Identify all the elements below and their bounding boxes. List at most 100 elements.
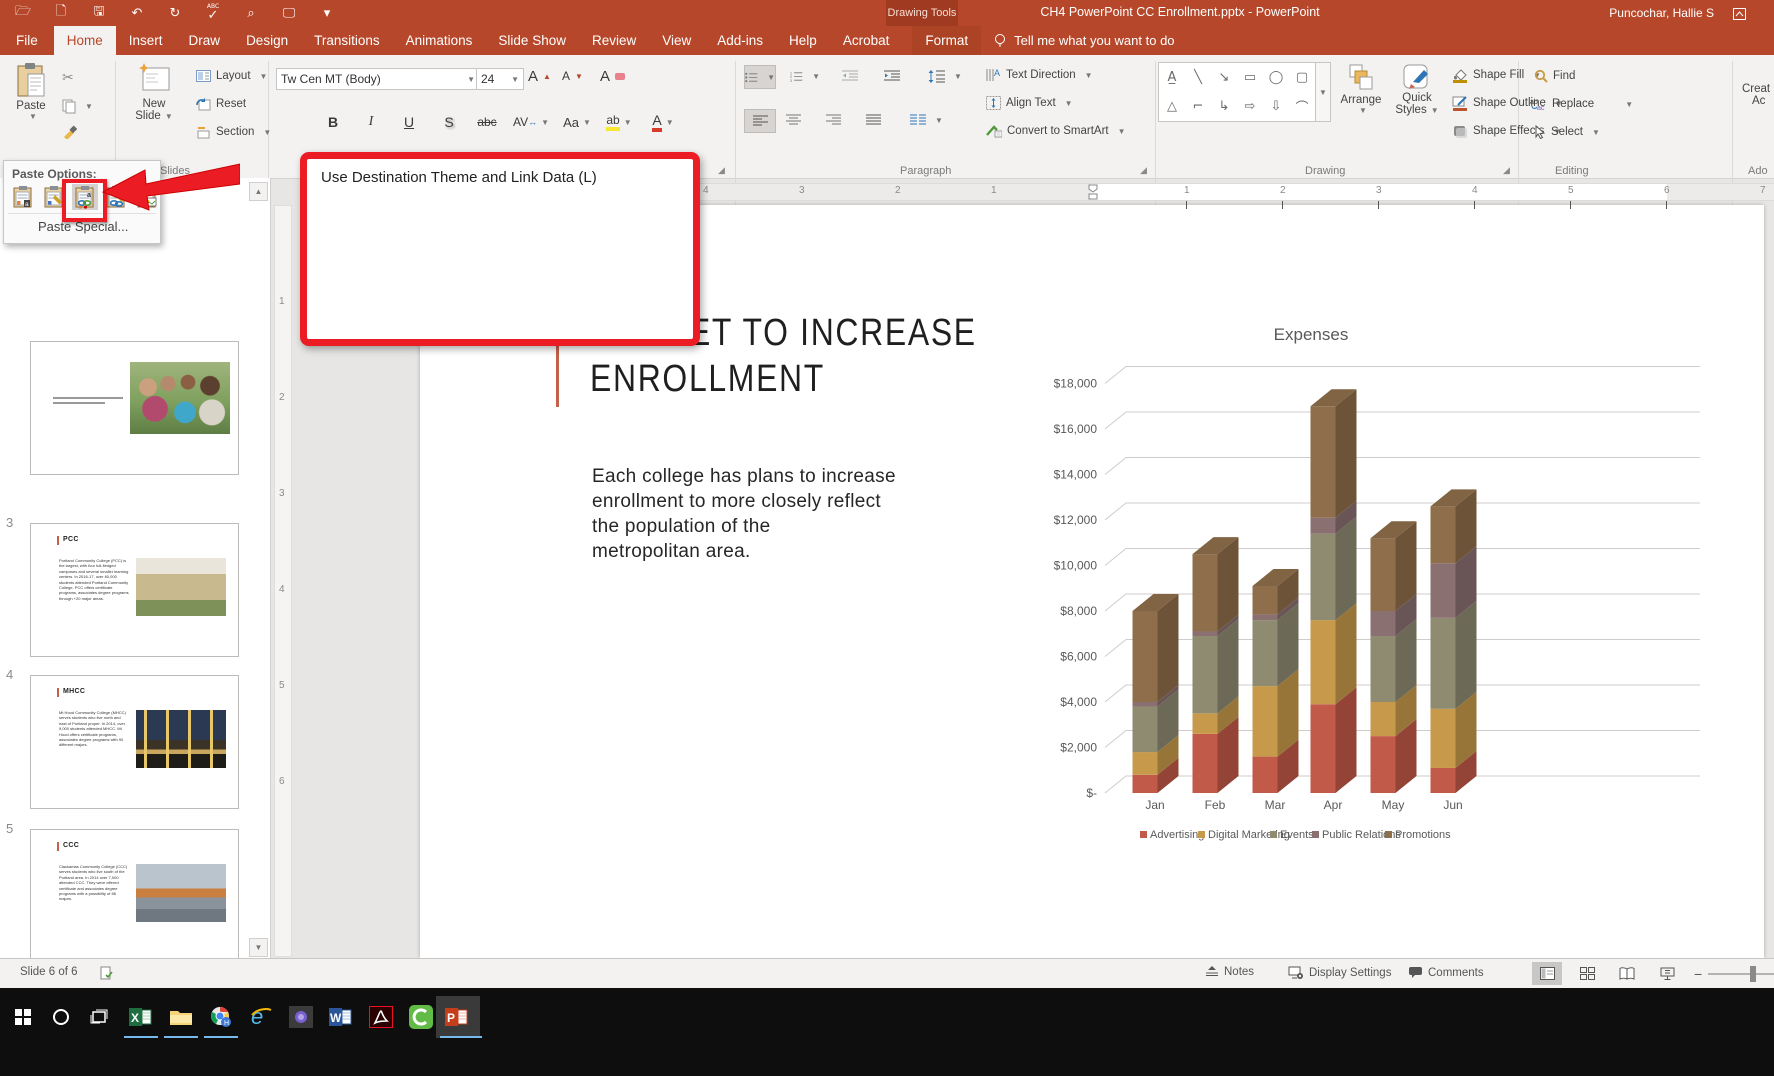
taskbar-file-explorer-icon[interactable] — [168, 1004, 194, 1030]
change-case-button[interactable]: Aa▼ — [562, 110, 592, 134]
shape-freeform-icon[interactable]: ⌒ — [1289, 92, 1315, 121]
paste-option-use-destination-theme[interactable]: a — [10, 184, 36, 210]
align-right-button[interactable] — [826, 109, 841, 131]
undo-icon[interactable]: ↶ — [126, 3, 148, 23]
taskbar-powerpoint-icon[interactable]: P — [444, 1004, 470, 1030]
print-preview-icon[interactable]: ⌕ — [240, 3, 262, 23]
reading-view-button[interactable] — [1612, 962, 1642, 985]
slide-thumbnail-3[interactable]: PCCPortland Community College (PCC) is t… — [30, 523, 239, 657]
customize-qat-icon[interactable]: ▾ — [316, 3, 338, 23]
align-left-button[interactable] — [744, 109, 776, 133]
shape-elbow-arrow-icon[interactable]: ↳ — [1211, 92, 1237, 121]
format-painter-button[interactable] — [62, 121, 77, 143]
shape-rounded-rectangle-icon[interactable]: ▢ — [1289, 63, 1315, 92]
horizontal-ruler[interactable]: 43211234567 — [640, 183, 1774, 201]
ribbon-display-options-icon[interactable] — [1728, 4, 1750, 24]
align-text-button[interactable]: Align Text▼ — [986, 92, 1073, 114]
text-direction-button[interactable]: A Text Direction▼ — [986, 64, 1093, 86]
shape-gallery[interactable]: A̲╲↘▭◯▢△⌐↳⇨⇩⌒ — [1158, 62, 1316, 122]
tab-review[interactable]: Review — [579, 26, 649, 55]
align-center-button[interactable] — [786, 109, 801, 131]
tab-transitions[interactable]: Transitions — [301, 26, 393, 55]
clear-formatting-button[interactable]: A — [600, 65, 625, 87]
save-icon[interactable]: 🖫 — [88, 3, 110, 23]
tab-add-ins[interactable]: Add-ins — [704, 26, 776, 55]
zoom-slider-thumb[interactable] — [1750, 966, 1756, 982]
zoom-slider-track[interactable] — [1708, 973, 1774, 975]
thumbnails-scroll-down-button[interactable]: ▼ — [249, 938, 268, 957]
tab-file[interactable]: File — [0, 26, 54, 55]
start-slideshow-icon[interactable]: 🖵 — [278, 3, 300, 23]
tab-design[interactable]: Design — [233, 26, 301, 55]
taskbar-internet-explorer-icon[interactable]: e — [248, 1004, 274, 1030]
shape-elbow-icon[interactable]: ⌐ — [1185, 92, 1211, 121]
tab-home[interactable]: Home — [54, 26, 116, 55]
slide-indicator[interactable]: Slide 6 of 6 — [20, 966, 78, 978]
copy-button[interactable]: ▼ — [62, 95, 93, 117]
select-button[interactable]: Select▼ — [1534, 121, 1600, 143]
font-dialog-launcher[interactable]: ◢ — [718, 165, 730, 177]
display-settings-button[interactable]: Display Settings — [1288, 966, 1391, 980]
italic-button[interactable]: I — [356, 110, 386, 134]
highlight-color-button[interactable]: ab▼ — [604, 110, 634, 134]
notes-button[interactable]: Notes — [1205, 966, 1254, 978]
redo-icon[interactable]: ↻ — [164, 3, 186, 23]
comments-button[interactable]: Comments — [1408, 966, 1484, 979]
slide-thumbnail-5[interactable]: CCCClackamas Community College (CCC) ser… — [30, 829, 239, 963]
taskbar-camtasia-icon[interactable] — [408, 1004, 434, 1030]
reset-button[interactable]: Reset — [196, 93, 246, 115]
spelling-icon[interactable]: ABC✓ — [202, 3, 224, 23]
new-icon[interactable]: 🗋 — [50, 3, 72, 23]
arrange-button[interactable]: Arrange▼ — [1336, 64, 1386, 115]
shape-fill-button[interactable]: Shape Fill▼ — [1452, 64, 1541, 86]
tab-slide-show[interactable]: Slide Show — [485, 26, 579, 55]
shape-gallery-more-button[interactable]: ▼ — [1316, 62, 1331, 122]
font-color-button[interactable]: A▼ — [648, 110, 678, 134]
tab-draw[interactable]: Draw — [176, 26, 234, 55]
shape-line-icon[interactable]: ╲ — [1185, 63, 1211, 92]
taskbar-chrome-icon[interactable]: H — [208, 1004, 234, 1030]
taskbar-search-icon[interactable] — [48, 1004, 74, 1030]
slide-body-text[interactable]: Each college has plans to increase enrol… — [592, 464, 896, 564]
font-name-combo[interactable]: Tw Cen MT (Body)▼ — [276, 68, 480, 90]
replace-button[interactable]: abac Replace▼ — [1530, 93, 1633, 115]
shape-text-box-icon[interactable]: A̲ — [1159, 63, 1185, 92]
increase-font-size-button[interactable]: A▲ — [528, 65, 551, 87]
tab-format[interactable]: Format — [912, 26, 981, 55]
taskbar-start-icon[interactable] — [10, 1004, 36, 1030]
text-shadow-button[interactable]: S — [434, 110, 464, 134]
shape-rectangle-icon[interactable]: ▭ — [1237, 63, 1263, 92]
decrease-font-size-button[interactable]: A▼ — [562, 65, 583, 87]
font-size-combo[interactable]: 24▼ — [476, 68, 524, 90]
slide-sorter-view-button[interactable] — [1572, 962, 1602, 985]
tab-insert[interactable]: Insert — [116, 26, 176, 55]
shape-arrow-icon[interactable]: ↘ — [1211, 63, 1237, 92]
layout-button[interactable]: Layout▼ — [196, 65, 267, 87]
paragraph-dialog-launcher[interactable]: ◢ — [1140, 165, 1152, 177]
new-slide-button[interactable]: New Slide▼ — [126, 62, 182, 122]
vertical-ruler[interactable]: 123456 — [274, 205, 292, 957]
justify-button[interactable] — [866, 109, 881, 131]
convert-to-smartart-button[interactable]: Convert to SmartArt▼ — [986, 120, 1126, 142]
zoom-out-button[interactable]: − — [1694, 966, 1702, 982]
shape-triangle-icon[interactable]: △ — [1159, 92, 1185, 121]
paste-dropdown-caret[interactable]: ▼ — [29, 112, 37, 121]
slide-thumbnail-4[interactable]: MHCCMt Hood Community College (MHCC) ser… — [30, 675, 239, 809]
shape-arrow-down-icon[interactable]: ⇩ — [1263, 92, 1289, 121]
strikethrough-button[interactable]: abc — [472, 110, 502, 134]
quick-styles-button[interactable]: Quick Styles▼ — [1392, 64, 1442, 116]
shape-oval-icon[interactable]: ◯ — [1263, 63, 1289, 92]
tab-animations[interactable]: Animations — [393, 26, 486, 55]
accessibility-checker-icon[interactable] — [100, 966, 114, 980]
taskbar-photos-icon[interactable] — [288, 1004, 314, 1030]
tell-me-box[interactable]: Tell me what you want to do — [993, 26, 1174, 55]
bold-button[interactable]: B — [318, 110, 348, 134]
drawing-dialog-launcher[interactable]: ◢ — [1503, 165, 1515, 177]
create-adobe-pdf-button[interactable]: Creat Ac — [1742, 83, 1770, 107]
taskbar-word-icon[interactable]: W — [328, 1004, 354, 1030]
slideshow-view-button[interactable] — [1652, 962, 1682, 985]
underline-button[interactable]: U — [394, 110, 424, 134]
line-spacing-button[interactable]: ▼ — [928, 65, 962, 87]
taskbar-excel-icon[interactable]: X — [128, 1004, 154, 1030]
thumbnails-scroll-up-button[interactable]: ▲ — [249, 182, 268, 201]
